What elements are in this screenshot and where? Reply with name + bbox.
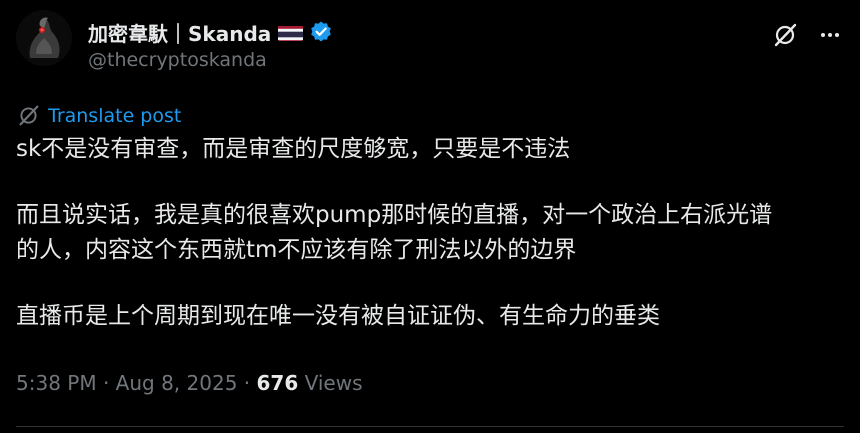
post-paragraph: 直播币是上个周期到现在唯一没有被自证证伪、有生命力的垂类 bbox=[16, 299, 846, 334]
author-display-name[interactable]: 加密韋馱｜Skanda bbox=[88, 18, 271, 47]
verified-badge-icon bbox=[309, 20, 333, 44]
translate-post-label: Translate post bbox=[48, 104, 182, 127]
meta-separator: · bbox=[243, 371, 251, 395]
more-icon[interactable] bbox=[818, 23, 842, 47]
tweet: 加密韋馱｜Skanda @thecryptoskanda Translate p… bbox=[0, 0, 860, 433]
tweet-actions bbox=[772, 22, 842, 48]
post-line: 直播币是上个周期到现在唯一没有被自证证伪、有生命力的垂类 bbox=[16, 303, 660, 329]
translate-post-link[interactable]: Translate post bbox=[17, 104, 181, 127]
post-line: 而且说实话，我是真的很喜欢pump那时候的直播，对一个政治上右派光谱 bbox=[16, 202, 773, 228]
thailand-flag-icon bbox=[278, 24, 304, 41]
divider bbox=[16, 426, 844, 427]
post-body: sk不是没有审查，而是审查的尺度够宽，只要是不违法 而且说实话，我是真的很喜欢p… bbox=[16, 132, 846, 334]
author-handle[interactable]: @thecryptoskanda bbox=[88, 49, 333, 71]
author-info: 加密韋馱｜Skanda @thecryptoskanda bbox=[88, 18, 333, 71]
grok-icon[interactable] bbox=[772, 22, 798, 48]
views-label: Views bbox=[304, 371, 363, 395]
post-line: sk不是没有审查，而是审查的尺度够宽，只要是不违法 bbox=[16, 136, 571, 162]
post-paragraph: sk不是没有审查，而是审查的尺度够宽，只要是不违法 bbox=[16, 132, 846, 167]
post-date[interactable]: Aug 8, 2025 bbox=[116, 371, 238, 395]
avatar[interactable] bbox=[16, 10, 72, 66]
views-count[interactable]: 676 bbox=[257, 371, 299, 395]
post-metadata: 5:38 PM · Aug 8, 2025 · 676 Views bbox=[16, 371, 363, 395]
translate-icon bbox=[19, 105, 39, 126]
author-name-row: 加密韋馱｜Skanda bbox=[88, 18, 333, 46]
post-time[interactable]: 5:38 PM bbox=[16, 371, 97, 395]
post-line: 的人，内容这个东西就tm不应该有除了刑法以外的边界 bbox=[16, 237, 577, 263]
meta-separator: · bbox=[102, 371, 110, 395]
post-paragraph: 而且说实话，我是真的很喜欢pump那时候的直播，对一个政治上右派光谱 的人，内容… bbox=[16, 198, 846, 268]
